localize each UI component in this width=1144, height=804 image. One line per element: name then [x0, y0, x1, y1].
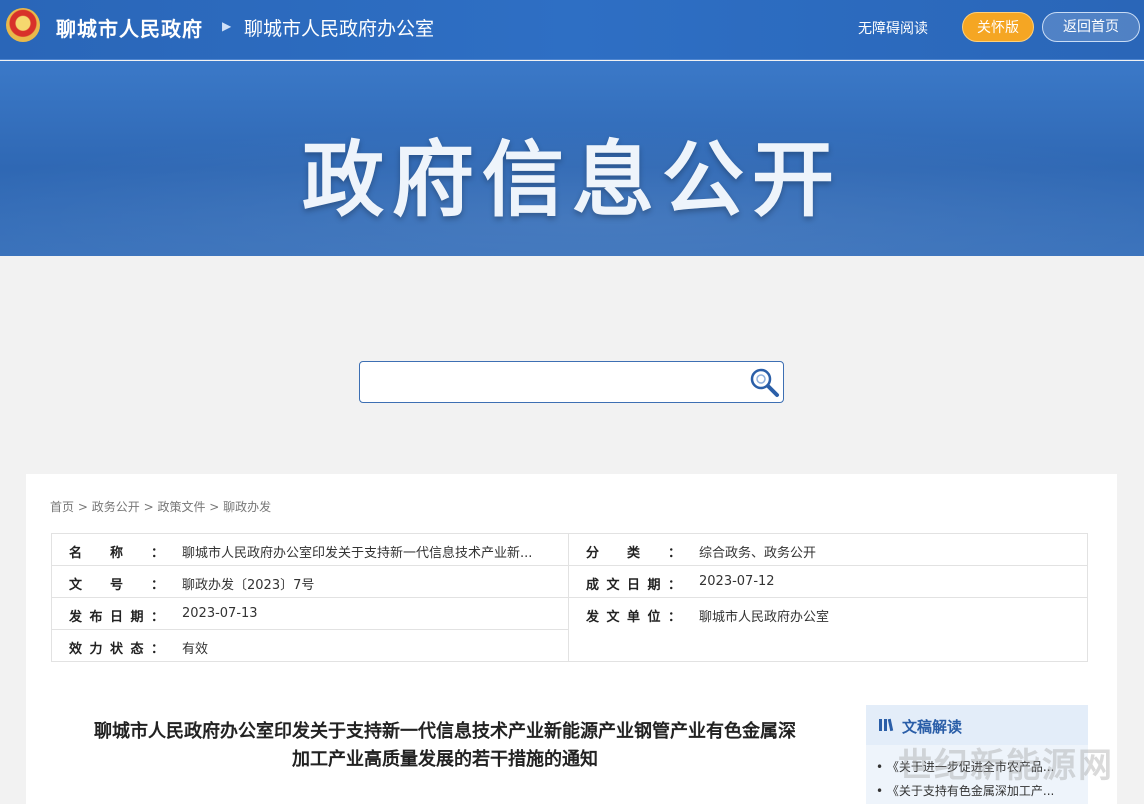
search-icon[interactable]: [748, 366, 780, 398]
top-bar: 聊城市人民政府 ▶ 聊城市人民政府办公室 无障碍阅读 关怀版 返回首页: [0, 0, 1144, 60]
sidebar-title: 文稿解读: [902, 718, 963, 736]
document-title-line-2: 加工产业高质量发展的若干措施的通知: [292, 749, 598, 770]
metadata-left-column: 名称： 聊城市人民政府办公室印发关于支持新一代信息技术产业新... 文号： 聊政…: [52, 534, 569, 661]
national-emblem-icon: [6, 8, 40, 42]
meta-value: 2023-07-13: [182, 606, 258, 621]
breadcrumb-separator: >: [77, 500, 92, 514]
care-mode-button[interactable]: 关怀版: [962, 12, 1034, 42]
back-home-button[interactable]: 返回首页: [1042, 12, 1140, 42]
breadcrumb-separator: >: [209, 500, 224, 514]
meta-label: 分类：: [586, 546, 681, 561]
meta-value: 综合政务、政务公开: [699, 546, 817, 561]
meta-row-validity: 效力状态： 有效: [52, 630, 568, 662]
meta-label: 发布日期：: [69, 610, 164, 625]
meta-row-issuer: 发文单位： 聊城市人民政府办公室: [569, 598, 1087, 630]
watermark: 世纪新能源网: [898, 746, 1114, 786]
metadata-right-column: 分类： 综合政务、政务公开 成文日期： 2023-07-12 发文单位： 聊城市…: [569, 534, 1087, 661]
meta-row-category: 分类： 综合政务、政务公开: [569, 534, 1087, 566]
meta-row-publish-date: 发布日期： 2023-07-13: [52, 598, 568, 630]
accessibility-link[interactable]: 无障碍阅读: [858, 18, 928, 38]
meta-value: 2023-07-12: [699, 574, 775, 589]
meta-value: 聊城市人民政府办公室: [699, 610, 830, 625]
caret-right-icon: ▶: [222, 19, 232, 33]
search-input[interactable]: [368, 368, 738, 396]
breadcrumb-separator: >: [143, 500, 158, 514]
meta-value: 聊城市人民政府办公室印发关于支持新一代信息技术产业新...: [182, 546, 533, 561]
banner: 政府信息公开: [0, 61, 1144, 256]
meta-label: 名称：: [69, 546, 164, 561]
office-name-link[interactable]: 聊城市人民政府办公室: [244, 14, 434, 41]
breadcrumb-gov-affairs[interactable]: 政务公开: [92, 500, 140, 514]
breadcrumb: 首页 > 政务公开 > 政策文件 > 聊政办发: [50, 498, 271, 515]
meta-label: 文号：: [69, 578, 164, 593]
meta-value: 聊政办发〔2023〕7号: [182, 578, 315, 593]
breadcrumb-home[interactable]: 首页: [50, 500, 74, 514]
meta-label: 成文日期：: [586, 578, 681, 593]
meta-row-name: 名称： 聊城市人民政府办公室印发关于支持新一代信息技术产业新...: [52, 534, 568, 566]
breadcrumb-current[interactable]: 聊政办发: [223, 500, 271, 514]
document-icon: [879, 718, 894, 732]
document-title-line-1: 聊城市人民政府办公室印发关于支持新一代信息技术产业新能源产业钢管产业有色金属深: [94, 721, 796, 742]
document-title: 聊城市人民政府办公室印发关于支持新一代信息技术产业新能源产业钢管产业有色金属深 …: [50, 718, 840, 774]
meta-row-doc-number: 文号： 聊政办发〔2023〕7号: [52, 566, 568, 598]
breadcrumb-policy-docs[interactable]: 政策文件: [157, 500, 205, 514]
document-metadata-table: 名称： 聊城市人民政府办公室印发关于支持新一代信息技术产业新... 文号： 聊政…: [51, 533, 1088, 662]
site-name-link[interactable]: 聊城市人民政府: [56, 13, 203, 42]
meta-row-written-date: 成文日期： 2023-07-12: [569, 566, 1087, 598]
search-box[interactable]: [359, 361, 784, 403]
banner-title: 政府信息公开: [301, 133, 842, 228]
meta-label: 效力状态：: [69, 642, 164, 657]
meta-value: 有效: [182, 642, 209, 657]
meta-label: 发文单位：: [586, 610, 681, 625]
